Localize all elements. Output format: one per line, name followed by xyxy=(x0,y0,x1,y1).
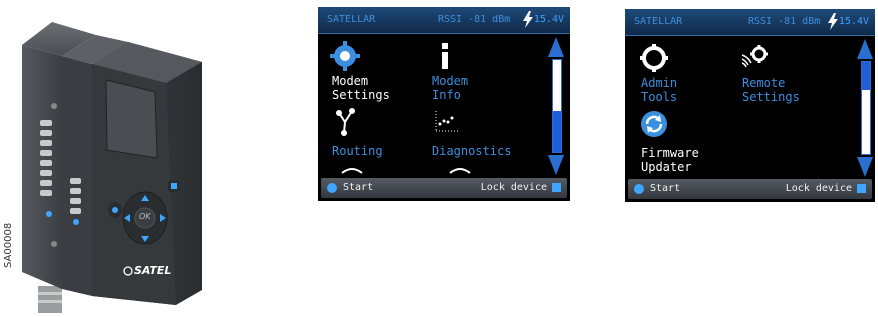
power-bolt-icon xyxy=(828,13,838,30)
remote-settings-icon xyxy=(741,45,768,68)
tile-modem-settings[interactable]: Modem Settings xyxy=(320,41,410,102)
status-rssi: RSSI -81 dBm xyxy=(748,16,821,27)
ok-button-label: OK xyxy=(139,212,151,221)
info-icon xyxy=(442,43,448,69)
tile-label: Firmware Updater xyxy=(641,146,699,174)
device-brand-logo: SATEL xyxy=(134,264,172,277)
scroll-up-arrow-icon[interactable] xyxy=(548,37,564,57)
satel-device-image xyxy=(22,22,202,313)
tile-diagnostics[interactable]: Diagnostics xyxy=(420,107,512,167)
scroll-track[interactable] xyxy=(552,59,562,153)
status-brand: SATELLAR xyxy=(634,16,683,27)
lock-device-softkey[interactable]: Lock device xyxy=(481,182,547,193)
scroll-thumb[interactable] xyxy=(553,110,561,152)
status-brand: SATELLAR xyxy=(327,14,376,25)
tile-label: Admin Tools xyxy=(641,76,678,104)
start-key-icon[interactable] xyxy=(634,184,644,194)
scrollbar[interactable] xyxy=(548,37,564,175)
gear-icon xyxy=(640,44,668,72)
status-bar: SATELLAR RSSI -81 dBm 15.4V xyxy=(318,7,570,34)
lock-device-softkey[interactable]: Lock device xyxy=(786,183,852,194)
gear-icon xyxy=(330,41,360,71)
tile-label: Modem Info xyxy=(432,74,469,102)
tile-label: Modem Settings xyxy=(332,74,390,102)
scroll-down-arrow-icon[interactable] xyxy=(548,155,564,175)
start-softkey[interactable]: Start xyxy=(343,182,373,193)
status-bar: SATELLAR RSSI -81 dBm 15.4V xyxy=(625,9,875,36)
tile-routing[interactable]: Routing xyxy=(320,107,410,167)
bottom-bar: Start Lock device xyxy=(628,179,872,199)
status-rssi: RSSI -81 dBm xyxy=(438,14,511,25)
scroll-thumb[interactable] xyxy=(862,62,870,90)
bottom-bar: Start Lock device xyxy=(321,178,567,198)
figure-code: SA00008 xyxy=(3,222,14,268)
lock-key-icon[interactable] xyxy=(552,183,561,192)
scroll-down-arrow-icon[interactable] xyxy=(857,157,873,177)
start-softkey[interactable]: Start xyxy=(650,183,680,194)
tile-firmware-updater[interactable]: Firmware Updater xyxy=(629,109,719,174)
scroll-up-arrow-icon[interactable] xyxy=(857,39,873,59)
tile-remote-settings[interactable]: Remote Settings xyxy=(730,43,820,104)
status-voltage: 15.4V xyxy=(838,16,869,27)
tile-label: Routing xyxy=(332,144,383,158)
scrollbar[interactable] xyxy=(857,39,873,177)
lock-key-icon[interactable] xyxy=(857,184,866,193)
start-key-icon[interactable] xyxy=(327,183,337,193)
power-bolt-icon xyxy=(523,11,533,28)
refresh-icon xyxy=(641,111,667,137)
tile-admin-tools[interactable]: Admin Tools xyxy=(629,43,719,104)
tile-label: Diagnostics xyxy=(432,144,512,158)
next-row-icon-partial xyxy=(341,168,363,174)
scroll-track[interactable] xyxy=(861,61,871,155)
tile-label: Remote Settings xyxy=(742,76,800,104)
status-voltage: 15.4V xyxy=(533,14,564,25)
tile-modem-info[interactable]: Modem Info xyxy=(420,41,510,102)
diagnostics-icon xyxy=(435,111,458,132)
next-row-icon-partial xyxy=(449,168,471,174)
device-illustration: OK SATEL SA00008 xyxy=(0,0,230,313)
routing-icon xyxy=(336,108,355,136)
screen-main-menu-page1: SATELLAR RSSI -81 dBm 15.4V Modem Settin… xyxy=(318,7,570,201)
screen-main-menu-page2: SATELLAR RSSI -81 dBm 15.4V Admin Tools … xyxy=(625,9,875,202)
